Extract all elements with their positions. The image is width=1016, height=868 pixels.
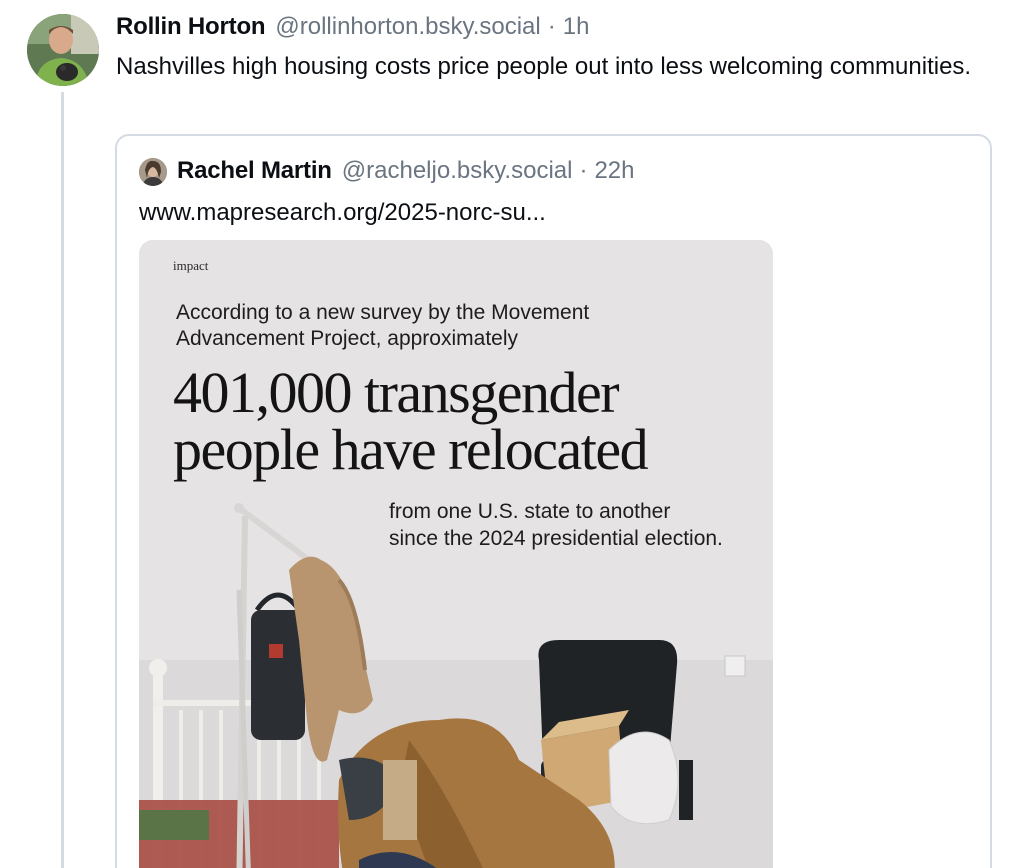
embed-brand-label: impact (173, 258, 209, 273)
embed-headline-line1: 401,000 transgender (173, 360, 620, 425)
quote-avatar-photo (139, 158, 167, 186)
avatar[interactable] (27, 14, 99, 86)
thread-line (61, 92, 64, 868)
quoted-post-card[interactable]: Rachel Martin @racheljo.bsky.social · 22… (115, 134, 992, 868)
separator-dot: · (547, 13, 556, 40)
post-header: Rollin Horton @rollinhorton.bsky.social … (116, 10, 589, 44)
quote-author-handle[interactable]: @racheljo.bsky.social (342, 154, 573, 188)
embed-intro-text: According to a new survey by the Movemen… (176, 301, 590, 350)
quote-separator-dot: · (579, 157, 588, 184)
author-handle[interactable]: @rollinhorton.bsky.social (275, 10, 540, 44)
embedded-image[interactable]: impact According to a new survey by the … (139, 240, 773, 868)
quote-timestamp[interactable]: 22h (594, 154, 634, 188)
embed-headline: 401,000 transgender people have relocate… (173, 360, 773, 482)
quote-author-name[interactable]: Rachel Martin (177, 154, 332, 188)
bluesky-post-view: Rollin Horton @rollinhorton.bsky.social … (0, 0, 1016, 868)
quote-avatar[interactable] (139, 158, 167, 186)
embed-subtext-line2: since the 2024 presidential election. (389, 527, 723, 550)
embed-subtext: from one U.S. state to another since the… (389, 498, 769, 552)
quote-link[interactable]: www.mapresearch.org/2025-norc-su... (139, 196, 546, 230)
post-timestamp[interactable]: 1h (563, 10, 590, 44)
author-name[interactable]: Rollin Horton (116, 10, 266, 44)
embed-subtext-line1: from one U.S. state to another (389, 500, 671, 523)
post-text: Nashvilles high housing costs price peop… (116, 53, 972, 80)
embed-headline-line2: people have relocated (173, 417, 649, 482)
avatar-photo (27, 14, 99, 86)
quote-header: Rachel Martin @racheljo.bsky.social · 22… (177, 154, 635, 188)
